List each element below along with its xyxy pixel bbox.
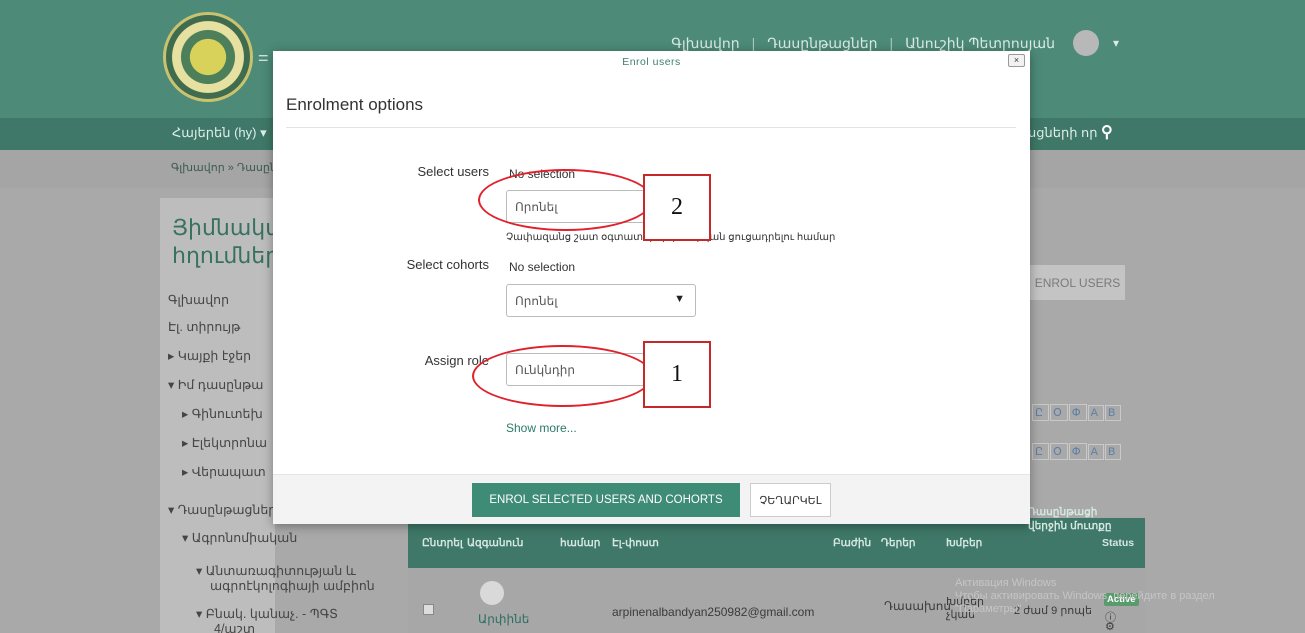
top-nav-courses[interactable]: Դասընթացներ	[767, 35, 877, 52]
sidebar-item-email-domain[interactable]: Էլ. տիրույթ	[168, 319, 240, 334]
user-avatar-icon	[480, 581, 504, 605]
sidebar-item-course[interactable]: ▸ Էլեկտրոնա	[182, 435, 267, 450]
col-header-select[interactable]: Ընտրել	[422, 537, 463, 549]
letter-filter-firstname: ԸՕՓAB	[1032, 404, 1122, 421]
watermark-line: Чтобы активировать Windows, перейдите в …	[955, 590, 1215, 615]
enrolment-options-heading: Enrolment options	[286, 95, 424, 114]
enrol-users-dialog: Enrol users × Enrolment options Select u…	[273, 51, 1030, 524]
row-email: arpinenalbandyan250982@gmail.com	[612, 605, 815, 619]
select-users-label: Select users	[417, 164, 489, 179]
show-more-link[interactable]: Show more...	[506, 421, 577, 435]
top-nav-home[interactable]: Գլխավոր	[671, 35, 739, 52]
sidebar-item-course[interactable]: ▸ Վերապատ	[182, 464, 266, 479]
select-cohorts-selection: No selection	[509, 260, 576, 274]
sidebar-heading: Յիմնակա հղումներ	[172, 214, 287, 270]
nav-separator: |	[751, 35, 756, 51]
breadcrumb[interactable]: Գլխավոր » Դասըն	[171, 161, 277, 174]
sidebar-item-courses[interactable]: ▾ Դասընթացներ	[168, 502, 276, 517]
dialog-title: Enrol users	[622, 56, 681, 68]
letter-filter[interactable]: Օ	[1050, 404, 1068, 421]
cancel-button[interactable]: ՉԵՂԱՐԿԵԼ	[750, 483, 831, 517]
select-cohorts-placeholder: Որոնել	[515, 293, 558, 308]
enrol-selected-users-and-cohorts-button[interactable]: ENROL SELECTED USERS AND COHORTS	[472, 483, 740, 517]
sidebar-item-course[interactable]: ▸ Գինուտեխ	[182, 406, 263, 421]
annotation-number-2: 2	[643, 174, 711, 241]
letter-filter-lastname: ԸՕՓAB	[1032, 443, 1122, 460]
sidebar-item-subcourse[interactable]: ▾ Բնակ. կանաչ. - ՊԳՏ	[196, 606, 338, 621]
col-header-status[interactable]: Status	[1102, 537, 1134, 549]
user-menu-caret-icon[interactable]: ▾	[1113, 36, 1119, 50]
col-header-last-access[interactable]: Դասընթացի վերջին մուտքը	[1028, 505, 1118, 533]
annotation-number-1: 1	[643, 341, 711, 408]
letter-filter[interactable]: Օ	[1050, 443, 1068, 460]
sidebar-item-site-pages[interactable]: ▸ Կայքի էջեր	[168, 348, 251, 363]
row-role: Դասախոս	[884, 599, 951, 613]
top-nav-user-name[interactable]: Անուշիկ Պետրոսյան	[905, 35, 1055, 52]
annotation-ellipse-assign-role	[472, 345, 653, 407]
watermark-line: Активация Windows	[955, 577, 1057, 589]
annotation-ellipse-select-users	[478, 169, 653, 231]
sidebar-item-category[interactable]: ▾ Ագրոնոմիական	[182, 530, 297, 545]
close-icon[interactable]: ×	[1008, 54, 1025, 67]
sidebar-heading-line: Յիմնակա	[172, 215, 287, 240]
col-header-number[interactable]: համար	[560, 537, 600, 549]
letter-filter[interactable]: Ը	[1032, 443, 1050, 460]
letter-filter[interactable]: A	[1087, 444, 1104, 460]
col-header-email[interactable]: Էլ-փոստ	[612, 537, 659, 549]
letter-filter[interactable]: Փ	[1068, 404, 1087, 421]
navbar-right-item[interactable]: սցների որ	[1028, 125, 1098, 141]
sidebar-heading-line: հղումներ	[172, 243, 280, 268]
select-cohorts-search-input[interactable]: Որոնել ▼	[506, 284, 696, 317]
university-logo[interactable]	[163, 12, 253, 102]
letter-filter[interactable]: Փ	[1068, 443, 1087, 460]
letter-filter[interactable]: B	[1105, 405, 1122, 421]
letter-filter[interactable]: B	[1105, 444, 1122, 460]
sidebar-item-department[interactable]: ▾ Անտառագիտության և	[196, 563, 356, 578]
row-select-checkbox[interactable]	[423, 604, 434, 615]
assign-role-label: Assign role	[424, 353, 489, 368]
letter-filter[interactable]: A	[1087, 405, 1104, 421]
col-header-groups[interactable]: Խմբեր	[946, 537, 982, 549]
select-cohorts-label: Select cohorts	[406, 257, 489, 272]
nav-separator: |	[889, 35, 894, 51]
letter-filter[interactable]: Ը	[1032, 404, 1050, 421]
dialog-footer: ENROL SELECTED USERS AND COHORTS ՉԵՂԱՐԿԵ…	[273, 474, 1030, 524]
row-user-name[interactable]: Արփինե	[478, 612, 529, 626]
sidebar-item-home[interactable]: Գլխավոր	[168, 292, 229, 307]
gear-icon[interactable]: ⚙	[1105, 620, 1115, 633]
brand-fragment: =	[258, 48, 269, 68]
user-avatar-icon[interactable]	[1072, 30, 1099, 56]
enrol-users-button[interactable]: ENROL USERS	[1030, 265, 1125, 300]
col-header-roles[interactable]: Դերեր	[881, 537, 916, 549]
sidebar-item-department-line2: ագրոէկոլոգիայի ամբիոն	[210, 579, 375, 593]
sidebar-item-subcourse-line2: 4/աշտ	[214, 622, 256, 633]
dropdown-arrow-icon: ▼	[674, 293, 685, 305]
windows-activation-watermark: Активация Windows Чтобы активировать Win…	[955, 577, 1255, 616]
language-selector[interactable]: Հայերեն (hy) ▾	[172, 125, 267, 141]
divider	[286, 127, 1016, 128]
col-header-surname[interactable]: Ազգանուն	[467, 537, 523, 549]
col-header-department[interactable]: Բաժին	[833, 537, 871, 549]
sidebar-item-my-courses[interactable]: ▾ Իմ դասընթա	[168, 377, 263, 392]
search-icon[interactable]: ⚲	[1101, 122, 1113, 142]
